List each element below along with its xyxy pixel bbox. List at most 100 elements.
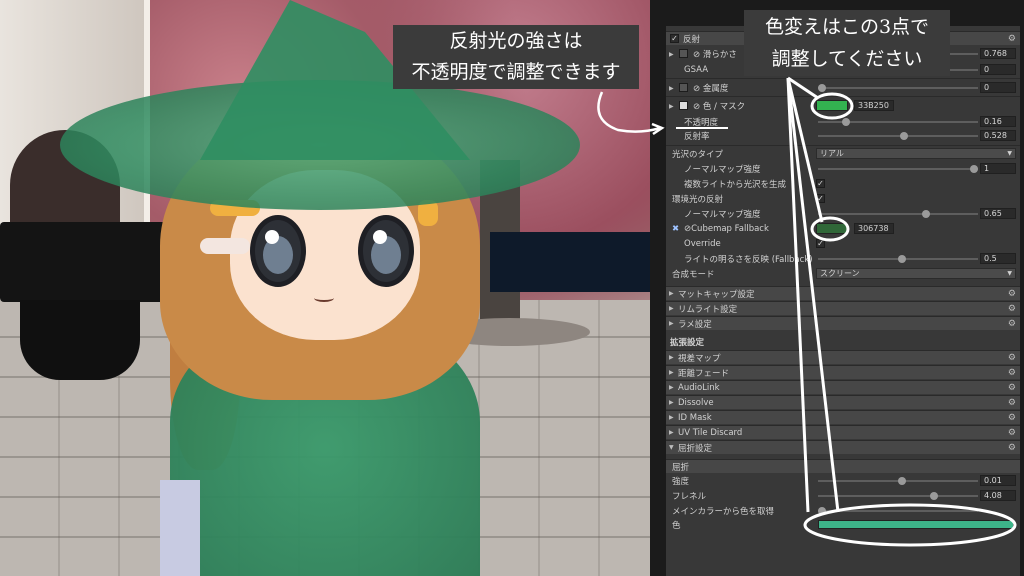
refraction-strength-label: 強度 bbox=[672, 477, 690, 487]
env-normal-map-value[interactable]: 0.65 bbox=[980, 208, 1016, 219]
smoothness-value[interactable]: 0.768 bbox=[980, 48, 1016, 59]
main-color-row: メインカラーから色を取得 bbox=[666, 504, 1020, 518]
cubemap-row: ✖ ⊘Cubemap Fallback 306738 bbox=[666, 222, 1020, 236]
env-normal-map-slider[interactable] bbox=[818, 210, 978, 218]
avatar-eye-right bbox=[358, 215, 414, 287]
light-brightness-slider[interactable] bbox=[818, 255, 978, 263]
texture-slot[interactable] bbox=[679, 101, 688, 110]
opacity-row: 不透明度 0.16 bbox=[666, 115, 1020, 129]
gear-icon: ⚙ bbox=[1007, 442, 1016, 453]
override-checkbox[interactable]: ✓ bbox=[816, 239, 825, 248]
reflectance-label: 反射率 bbox=[684, 132, 710, 142]
opacity-label: 不透明度 bbox=[684, 118, 719, 128]
fresnel-label: フレネル bbox=[672, 492, 707, 502]
cubemap-texture-icon[interactable]: ✖ bbox=[672, 224, 679, 234]
env-normal-map-label: ノーマルマップ強度 bbox=[684, 210, 761, 220]
matcap-section[interactable]: ▶ マットキャップ設定 ⚙ bbox=[666, 286, 1020, 300]
material-inspector: ✓ 反射 ⚙ ▶ ⊘ 滑らかさ 0.768 GSAA 0 ▶ ⊘ 金属度 0 ▶… bbox=[666, 26, 1020, 576]
glitter-section[interactable]: ▶ ラメ設定 ⚙ bbox=[666, 316, 1020, 330]
color-mask-row: ▶ ⊘ 色 / マスク 33B250 bbox=[666, 99, 1020, 113]
normal-map-strength-value[interactable]: 1 bbox=[980, 163, 1016, 174]
rimlight-section[interactable]: ▶ リムライト設定 ⚙ bbox=[666, 301, 1020, 315]
blend-mode-label: 合成モード bbox=[672, 270, 715, 280]
gloss-type-label: 光沢のタイプ bbox=[672, 150, 724, 160]
fresnel-value[interactable]: 4.08 bbox=[980, 490, 1016, 501]
gloss-type-dropdown[interactable]: リアル ▼ bbox=[816, 148, 1016, 159]
light-brightness-row: ライトの明るさを反映 (Fallback) 0.5 bbox=[666, 252, 1020, 266]
foldout-icon: ▶ bbox=[669, 290, 674, 297]
multi-light-checkbox[interactable]: ✓ bbox=[816, 179, 825, 188]
env-normal-map-row: ノーマルマップ強度 0.65 bbox=[666, 207, 1020, 221]
avatar-mouth bbox=[314, 294, 334, 302]
env-reflection-checkbox[interactable]: ✓ bbox=[816, 194, 825, 203]
gloss-type-row: 光沢のタイプ リアル ▼ bbox=[666, 147, 1020, 161]
reflection-enable-checkbox[interactable]: ✓ bbox=[670, 34, 679, 43]
blend-mode-row: 合成モード スクリーン ▼ bbox=[666, 267, 1020, 281]
gear-icon: ⚙ bbox=[1007, 412, 1016, 423]
cubemap-color-swatch[interactable] bbox=[816, 223, 848, 234]
light-brightness-value[interactable]: 0.5 bbox=[980, 253, 1016, 264]
foldout-icon[interactable]: ▶ bbox=[669, 51, 674, 58]
gear-icon: ⚙ bbox=[1007, 352, 1016, 363]
fresnel-row: フレネル 4.08 bbox=[666, 489, 1020, 503]
foldout-icon: ▶ bbox=[669, 399, 674, 406]
refraction-strength-slider[interactable] bbox=[818, 477, 978, 485]
refraction-color-swatch[interactable] bbox=[818, 520, 1014, 529]
hair-clip bbox=[200, 238, 250, 254]
reflectance-row: 反射率 0.528 bbox=[666, 129, 1020, 143]
refraction-color-row: 色 bbox=[666, 518, 1020, 532]
foldout-icon[interactable]: ▶ bbox=[669, 103, 674, 110]
foldout-icon: ▶ bbox=[669, 384, 674, 391]
cubemap-color-hex[interactable]: 306738 bbox=[854, 223, 894, 234]
light-brightness-label: ライトの明るさを反映 (Fallback) bbox=[684, 255, 813, 265]
opacity-slider[interactable] bbox=[818, 118, 978, 126]
grand-piano-back bbox=[490, 232, 650, 292]
refraction-strength-value[interactable]: 0.01 bbox=[980, 475, 1016, 486]
reflection-color-swatch[interactable] bbox=[816, 100, 848, 111]
metallic-slider[interactable] bbox=[818, 84, 978, 92]
normal-map-strength-slider[interactable] bbox=[818, 165, 978, 173]
foldout-icon: ▶ bbox=[669, 305, 674, 312]
fresnel-slider[interactable] bbox=[818, 492, 978, 500]
foldout-icon: ▶ bbox=[669, 369, 674, 376]
distance-fade-section[interactable]: ▶ 距離フェード ⚙ bbox=[666, 365, 1020, 379]
uvtile-section[interactable]: ▶ UV Tile Discard ⚙ bbox=[666, 425, 1020, 439]
foldout-open-icon: ▼ bbox=[669, 444, 674, 451]
foldout-icon: ▶ bbox=[669, 320, 674, 327]
parallax-section[interactable]: ▶ 視差マップ ⚙ bbox=[666, 350, 1020, 364]
foldout-icon[interactable]: ▶ bbox=[669, 85, 674, 92]
opacity-value[interactable]: 0.16 bbox=[980, 116, 1016, 127]
reflection-color-hex[interactable]: 33B250 bbox=[854, 100, 894, 111]
reflectance-slider[interactable] bbox=[818, 132, 978, 140]
refraction-strength-row: 強度 0.01 bbox=[666, 474, 1020, 488]
normal-map-strength-row: ノーマルマップ強度 1 bbox=[666, 162, 1020, 176]
callout-line: 反射光の強さは bbox=[449, 30, 583, 52]
multi-light-row: 複数ライトから光沢を生成 ✓ bbox=[666, 177, 1020, 191]
refraction-settings-section[interactable]: ▼ 屈折設定 ⚙ bbox=[666, 440, 1020, 454]
foldout-icon: ▶ bbox=[669, 414, 674, 421]
audiolink-section[interactable]: ▶ AudioLink ⚙ bbox=[666, 380, 1020, 394]
reflectance-value[interactable]: 0.528 bbox=[980, 130, 1016, 141]
gear-icon[interactable]: ⚙ bbox=[1008, 34, 1016, 44]
foldout-icon: ▶ bbox=[669, 429, 674, 436]
callout-color-tip: 色変えはこの3点で 調整してください bbox=[744, 10, 950, 76]
main-color-slider[interactable] bbox=[818, 507, 978, 515]
callout-line: 不透明度で調整できます bbox=[411, 61, 621, 83]
refraction-color-label: 色 bbox=[672, 521, 681, 531]
gear-icon: ⚙ bbox=[1007, 318, 1016, 329]
env-reflection-row: 環境光の反射 ✓ bbox=[666, 192, 1020, 206]
gear-icon: ⚙ bbox=[1007, 382, 1016, 393]
callout-line: 色変えはこの3点で bbox=[764, 16, 930, 38]
blend-mode-dropdown[interactable]: スクリーン ▼ bbox=[816, 268, 1016, 279]
idmask-section[interactable]: ▶ ID Mask ⚙ bbox=[666, 410, 1020, 424]
metallic-row: ▶ ⊘ 金属度 0 bbox=[666, 81, 1020, 95]
dissolve-section[interactable]: ▶ Dissolve ⚙ bbox=[666, 395, 1020, 409]
metallic-value[interactable]: 0 bbox=[980, 82, 1016, 93]
gear-icon: ⚙ bbox=[1007, 397, 1016, 408]
multi-light-label: 複数ライトから光沢を生成 bbox=[684, 180, 787, 190]
gsaa-value[interactable]: 0 bbox=[980, 64, 1016, 75]
gear-icon: ⚙ bbox=[1007, 288, 1016, 299]
chevron-down-icon: ▼ bbox=[1007, 150, 1012, 157]
override-label: Override bbox=[684, 239, 721, 249]
override-row: Override ✓ bbox=[666, 237, 1020, 251]
